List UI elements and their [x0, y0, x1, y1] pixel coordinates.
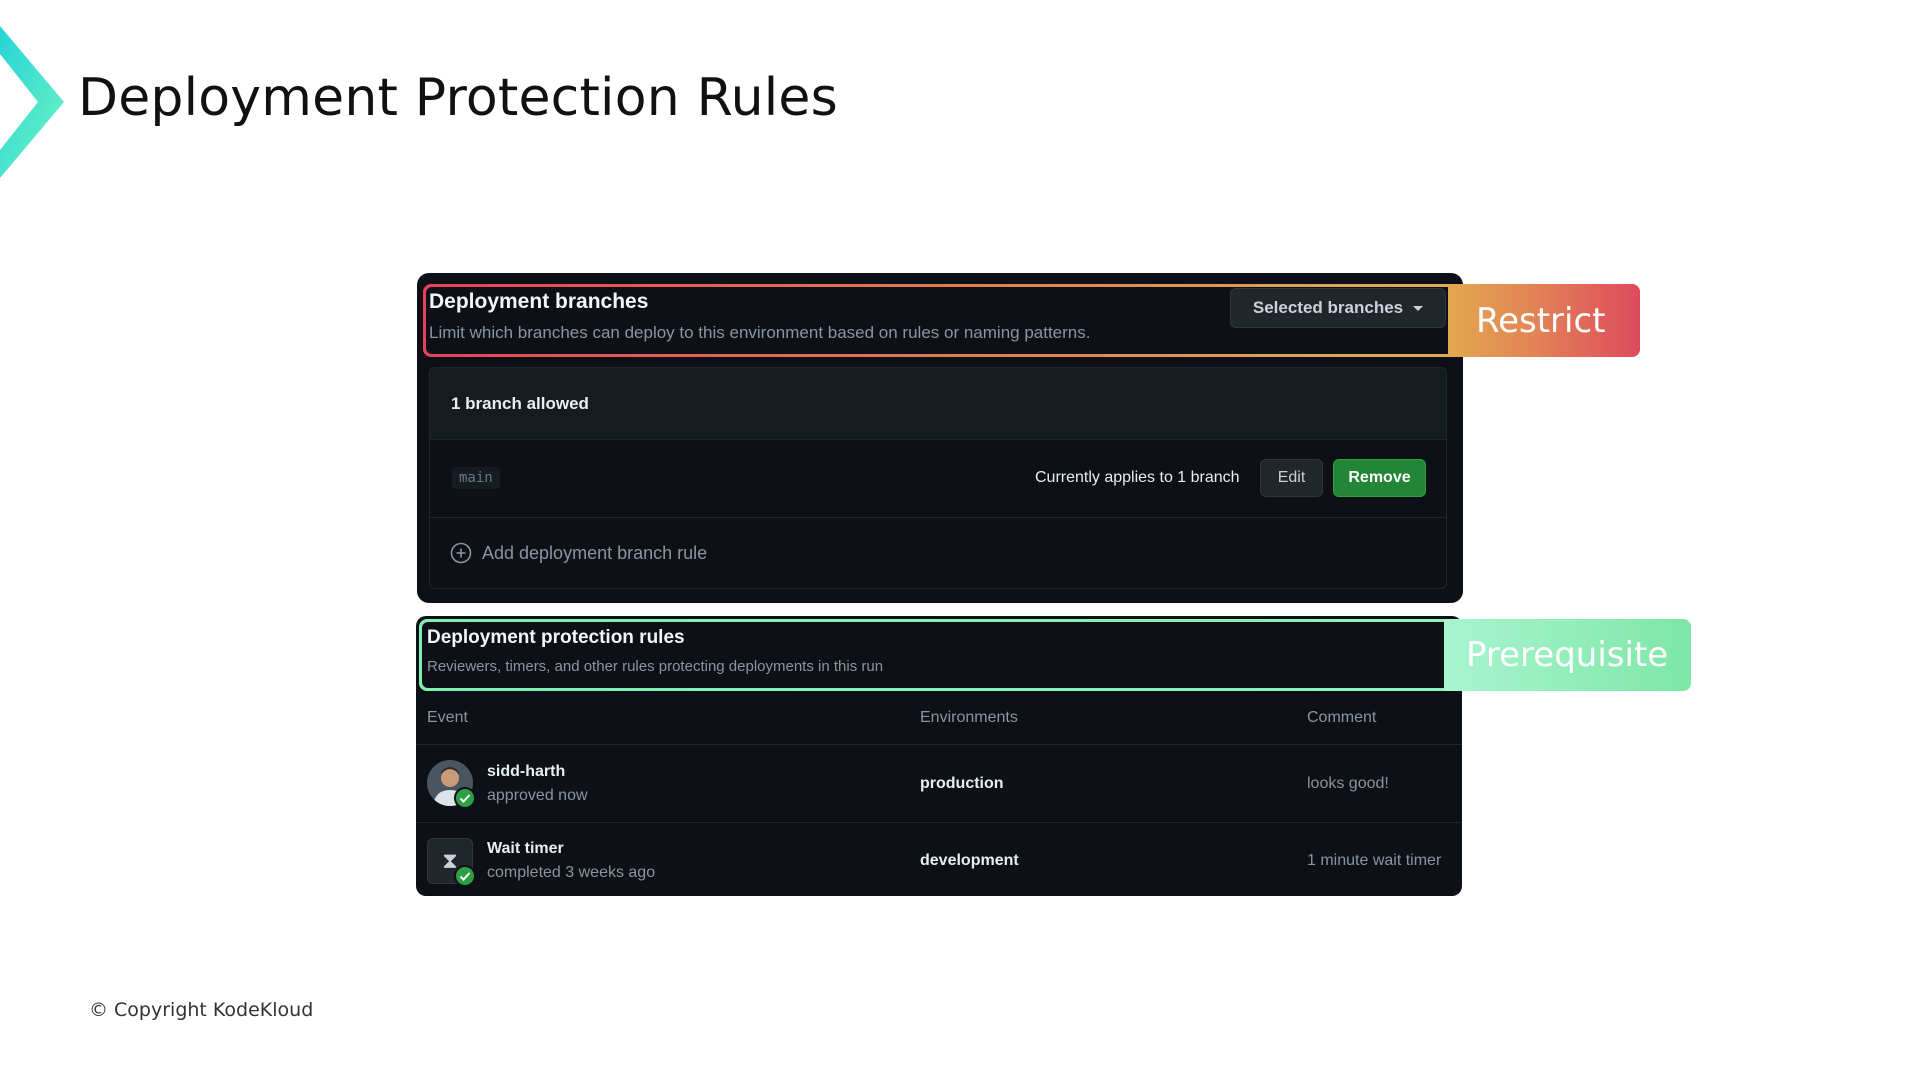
protection-rules-title: Deployment protection rules — [427, 627, 685, 648]
branch-rules-box: 1 branch allowed main Currently applies … — [429, 367, 1447, 589]
edit-branch-rule-button[interactable]: Edit — [1260, 459, 1323, 497]
deployment-branches-description: Limit which branches can deploy to this … — [429, 323, 1091, 342]
event-status: approved now — [487, 787, 588, 804]
caret-down-icon — [1413, 305, 1424, 311]
environment-value: production — [920, 775, 1004, 792]
protection-rules-description: Reviewers, timers, and other rules prote… — [427, 658, 884, 675]
prerequisite-annotation: Prerequisite — [1444, 619, 1691, 691]
copyright-footer: © Copyright KodeKloud — [89, 999, 314, 1021]
add-deployment-branch-rule-link[interactable]: Add deployment branch rule — [430, 518, 1446, 588]
environment-value: development — [920, 852, 1019, 869]
branch-rule-row: main Currently applies to 1 branch Edit … — [430, 440, 1446, 518]
event-name: Wait timer — [487, 840, 564, 857]
branch-policy-dropdown[interactable]: Selected branches — [1230, 288, 1446, 328]
column-header-comment: Comment — [1307, 709, 1377, 726]
deployment-branches-title: Deployment branches — [429, 290, 649, 313]
approved-check-icon — [454, 787, 476, 809]
restrict-annotation: Restrict — [1448, 284, 1640, 357]
kodekloud-chevron-logo — [0, 26, 64, 178]
page-title: Deployment Protection Rules — [78, 68, 838, 128]
add-rule-label: Add deployment branch rule — [482, 542, 708, 563]
plus-circle-icon — [450, 542, 472, 564]
remove-branch-rule-button[interactable]: Remove — [1333, 459, 1426, 497]
branch-name-code: main — [452, 467, 500, 489]
branch-rule-applies-text: Currently applies to 1 branch — [1035, 469, 1240, 486]
completed-check-icon — [454, 865, 476, 887]
row-divider — [416, 744, 1462, 745]
row-divider — [416, 822, 1462, 823]
column-header-event: Event — [427, 709, 468, 726]
event-status: completed 3 weeks ago — [487, 864, 656, 881]
event-name[interactable]: sidd-harth — [487, 763, 565, 781]
column-header-environments: Environments — [920, 709, 1018, 726]
branch-policy-dropdown-label: Selected branches — [1252, 298, 1404, 317]
branch-rules-header: 1 branch allowed — [430, 368, 1446, 440]
comment-value: looks good! — [1307, 775, 1389, 792]
comment-value: 1 minute wait timer — [1307, 852, 1442, 869]
